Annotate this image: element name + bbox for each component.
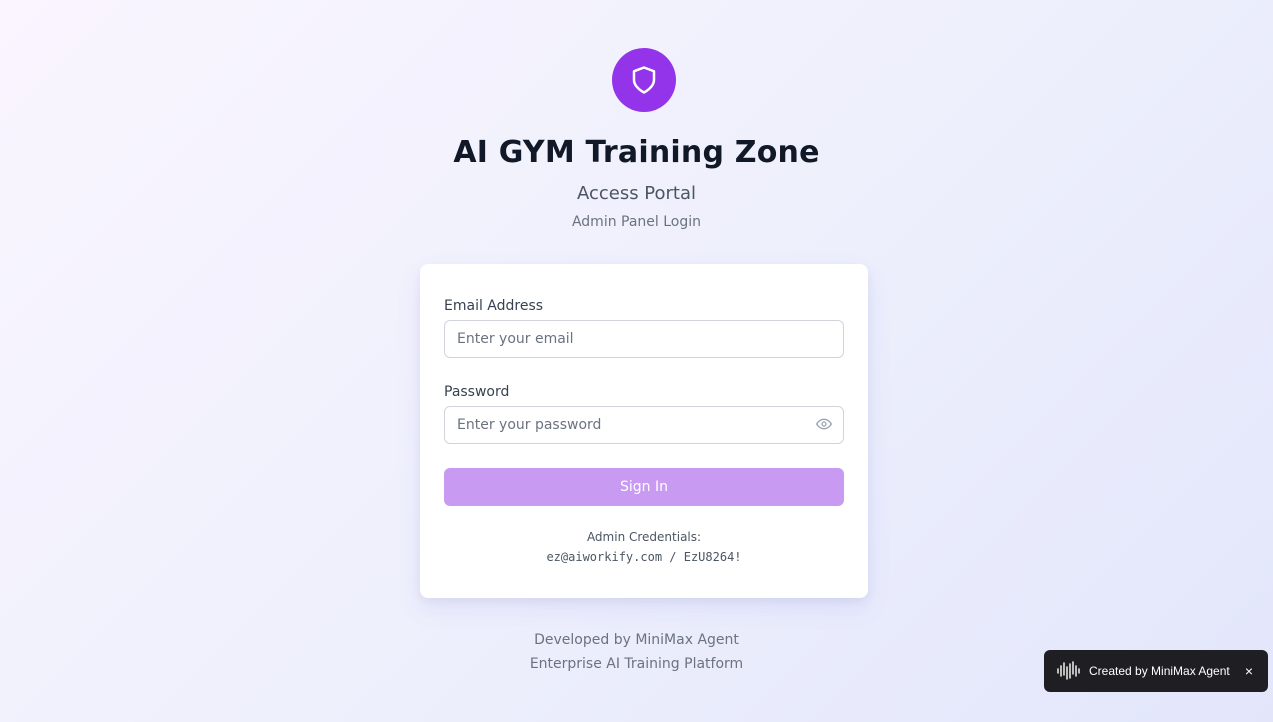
page-description: Admin Panel Login [571,214,702,230]
close-icon[interactable]: × [1242,663,1256,679]
eye-icon[interactable] [816,416,832,432]
shield-icon [632,66,656,94]
page-subtitle: Access Portal [576,183,697,204]
email-input[interactable] [444,320,844,358]
sign-in-button[interactable]: Sign In [444,468,844,506]
password-label: Password [444,384,510,400]
waveform-icon [1057,661,1080,680]
credentials-title: Admin Credentials: [586,530,702,544]
login-card: Email Address Password Sign In Admin Cre… [420,264,868,598]
email-label: Email Address [444,298,544,314]
created-by-badge[interactable]: Created by MiniMax Agent × [1044,650,1268,692]
page-title: AI GYM Training Zone [453,135,820,170]
password-input[interactable] [444,406,844,444]
logo [612,48,676,112]
footer-developer: Developed by MiniMax Agent [534,632,739,648]
credentials-value: ez@aiworkify.com / EzU8264! [546,550,742,564]
badge-text: Created by MiniMax Agent [1089,664,1230,678]
